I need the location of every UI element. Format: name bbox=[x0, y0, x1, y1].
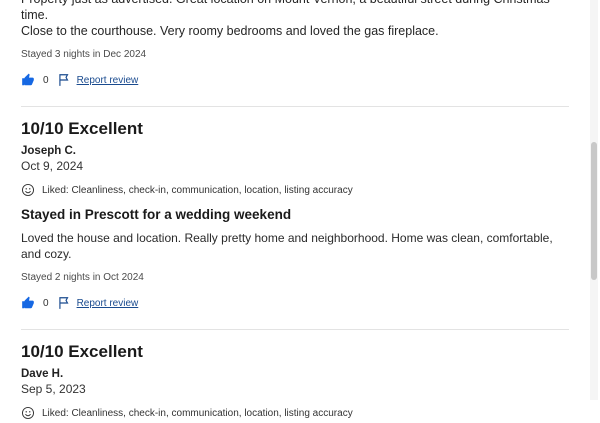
report-review-link[interactable]: Report review bbox=[77, 298, 139, 309]
report-review-link[interactable]: Report review bbox=[77, 75, 139, 86]
helpful-count: 0 bbox=[43, 297, 49, 309]
thumbs-up-icon[interactable] bbox=[21, 73, 35, 87]
liked-aspects: Liked: Cleanliness, check-in, communicat… bbox=[21, 183, 569, 197]
review-rating: 10/10 Excellent bbox=[21, 119, 143, 138]
liked-text: Liked: Cleanliness, check-in, communicat… bbox=[42, 407, 353, 419]
review-body-line: Property just as advertised. Great locat… bbox=[21, 0, 550, 22]
scrollbar-thumb[interactable] bbox=[591, 142, 597, 280]
smile-icon bbox=[21, 406, 35, 420]
review-actions: 0 Report review bbox=[21, 295, 569, 311]
flag-icon[interactable] bbox=[57, 73, 71, 87]
thumbs-up-icon[interactable] bbox=[21, 296, 35, 310]
liked-aspects: Liked: Cleanliness, check-in, communicat… bbox=[21, 406, 569, 420]
stay-duration: Stayed 3 nights in Dec 2024 bbox=[21, 49, 147, 60]
review-rating: 10/10 Excellent bbox=[21, 342, 143, 361]
review-card-previous: Property just as advertised. Great locat… bbox=[21, 0, 569, 88]
liked-text: Liked: Cleanliness, check-in, communicat… bbox=[42, 184, 353, 196]
review-body: Property just as advertised. Great locat… bbox=[21, 0, 569, 39]
review-title: Stayed in Prescott for a wedding weekend bbox=[21, 207, 292, 222]
review-date: Sep 5, 2023 bbox=[21, 382, 86, 396]
review-date: Oct 9, 2024 bbox=[21, 159, 84, 173]
reviewer-name: Joseph C. bbox=[21, 145, 76, 157]
stay-duration: Stayed 2 nights in Oct 2024 bbox=[21, 272, 144, 283]
helpful-count: 0 bbox=[43, 74, 49, 86]
review-body: Loved the house and location. Really pre… bbox=[21, 231, 553, 261]
reviews-list: Property just as advertised. Great locat… bbox=[21, 0, 569, 420]
smile-icon bbox=[21, 183, 35, 197]
review-body-line: Close to the courthouse. Very roomy bedr… bbox=[21, 24, 439, 38]
review-actions: 0 Report review bbox=[21, 72, 569, 88]
flag-icon[interactable] bbox=[57, 296, 71, 310]
review-card: 10/10 Excellent Dave H. Sep 5, 2023 Like… bbox=[21, 330, 569, 420]
reviewer-name: Dave H. bbox=[21, 368, 64, 380]
review-card: 10/10 Excellent Joseph C. Oct 9, 2024 Li… bbox=[21, 107, 569, 311]
